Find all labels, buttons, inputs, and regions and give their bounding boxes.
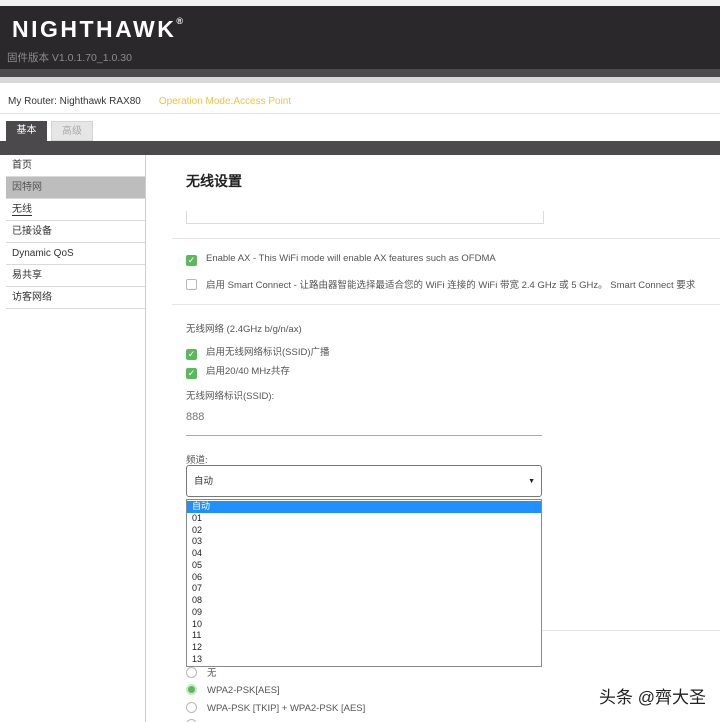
sidebar-item-easy-share[interactable]: 易共享 <box>6 265 145 287</box>
smart-connect-label: 启用 Smart Connect - 让路由器智能选择最适合您的 WiFi 连接… <box>206 280 696 291</box>
band-label: 无线网络 (2.4GHz b/g/n/ax) <box>186 324 302 335</box>
sidebar-item-guest-network[interactable]: 访客网络 <box>6 287 145 309</box>
ssid-broadcast-checkbox[interactable]: ✓ <box>186 349 197 360</box>
enable-ax-checkbox[interactable]: ✓ <box>186 255 197 266</box>
channel-selected-value: 自动 <box>194 476 214 487</box>
channel-label: 频道: <box>186 455 208 466</box>
channel-option[interactable]: 05 <box>187 560 541 572</box>
divider <box>172 238 720 239</box>
sidebar-item-internet[interactable]: 因特网 <box>6 177 145 199</box>
tab-advanced[interactable]: 高级 <box>51 121 93 141</box>
coexist-label: 启用20/40 MHz共存 <box>206 366 290 377</box>
chevron-down-icon: ▼ <box>528 478 535 485</box>
sidebar: 首页 因特网 无线 已接设备 Dynamic QoS 易共享 访客网络 <box>6 155 146 722</box>
operation-mode: Operation Mode:Access Point <box>158 96 292 107</box>
divider <box>0 113 720 114</box>
smart-connect-checkbox[interactable] <box>186 279 197 290</box>
ssid-broadcast-label: 启用无线网络标识(SSID)广播 <box>206 347 330 358</box>
security-option-none[interactable]: 无 <box>186 665 217 679</box>
channel-select[interactable]: 自动 ▼ <box>186 465 542 497</box>
channel-option[interactable]: 01 <box>187 513 541 525</box>
channel-dropdown[interactable]: 自动 01 02 03 04 05 06 07 08 09 10 11 12 1… <box>186 499 542 667</box>
security-option-wpa-wpa2[interactable]: WPA-PSK [TKIP] + WPA2-PSK [AES] <box>186 702 365 714</box>
channel-option[interactable]: 06 <box>187 572 541 584</box>
channel-option[interactable]: 10 <box>187 619 541 631</box>
router-info: My Router: Nighthawk RAX80 Operation Mode… <box>8 96 291 107</box>
tab-basic[interactable]: 基本 <box>6 121 47 141</box>
channel-option[interactable]: 11 <box>187 630 541 642</box>
radio-button[interactable] <box>186 667 197 678</box>
page-title: 无线设置 <box>186 173 242 189</box>
collapsed-panel <box>186 211 544 224</box>
header-subbar <box>0 69 720 77</box>
channel-option[interactable]: 12 <box>187 642 541 654</box>
divider <box>172 304 720 305</box>
channel-option[interactable]: 08 <box>187 595 541 607</box>
ssid-label: 无线网络标识(SSID): <box>186 391 275 402</box>
router-name: My Router: Nighthawk RAX80 <box>8 96 141 107</box>
channel-option[interactable]: 13 <box>187 654 541 666</box>
firmware-version: 固件版本 V1.0.1.70_1.0.30 <box>7 52 132 64</box>
sidebar-item-home[interactable]: 首页 <box>6 155 145 177</box>
channel-option[interactable]: 04 <box>187 548 541 560</box>
security-option-wpa2[interactable]: WPA2-PSK[AES] <box>186 684 280 696</box>
channel-option[interactable]: 07 <box>187 583 541 595</box>
tab-bar <box>0 141 720 155</box>
ssid-broadcast-row[interactable]: ✓ 启用无线网络标识(SSID)广播 <box>186 344 330 360</box>
logo: NIGHTHAWK® <box>12 16 183 42</box>
radio-button[interactable] <box>186 702 197 713</box>
coexist-checkbox[interactable]: ✓ <box>186 368 197 379</box>
smart-connect-row[interactable]: 启用 Smart Connect - 让路由器智能选择最适合您的 WiFi 连接… <box>186 277 695 291</box>
channel-option[interactable]: 02 <box>187 525 541 537</box>
channel-option[interactable]: 自动 <box>187 501 541 513</box>
radio-button[interactable] <box>186 684 197 695</box>
main-content: 无线设置 ✓ Enable AX - This WiFi mode will en… <box>146 155 720 722</box>
sidebar-item-wireless[interactable]: 无线 <box>6 199 145 221</box>
watermark: 头条 @齊大圣 <box>599 688 706 707</box>
channel-option[interactable]: 09 <box>187 607 541 619</box>
channel-option[interactable]: 03 <box>187 536 541 548</box>
enable-ax-label: Enable AX - This WiFi mode will enable A… <box>206 253 496 264</box>
ssid-input[interactable]: 888 <box>186 407 542 436</box>
coexist-row[interactable]: ✓ 启用20/40 MHz共存 <box>186 363 290 379</box>
divider <box>542 630 720 631</box>
enable-ax-row[interactable]: ✓ Enable AX - This WiFi mode will enable … <box>186 253 496 266</box>
header-shadow <box>0 77 720 83</box>
header: NIGHTHAWK® 固件版本 V1.0.1.70_1.0.30 <box>0 6 720 69</box>
sidebar-item-dynamic-qos[interactable]: Dynamic QoS <box>6 243 145 265</box>
sidebar-item-attached-devices[interactable]: 已接设备 <box>6 221 145 243</box>
